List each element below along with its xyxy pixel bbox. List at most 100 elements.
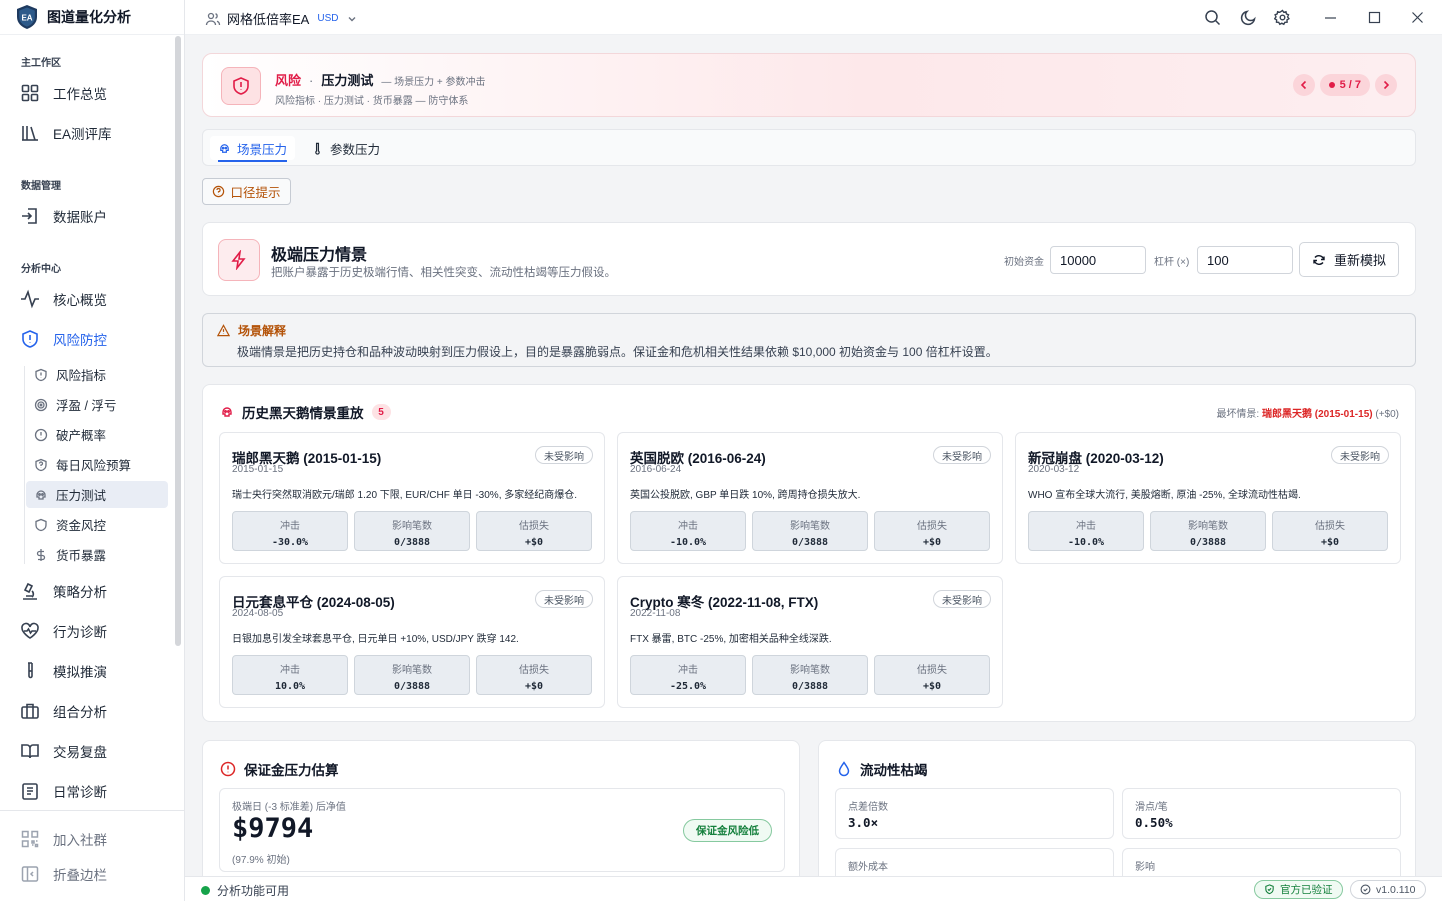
event-status-badge: 未受影响 — [933, 446, 991, 464]
event-card[interactable]: 瑞郎黑天鹅 (2015-01-15) 2015-01-15 未受影响 瑞士央行突… — [219, 432, 605, 564]
event-status-badge: 未受影响 — [1331, 446, 1389, 464]
minimize-icon[interactable] — [1322, 9, 1339, 26]
sub-item-risk-metrics[interactable]: 风险指标 — [26, 361, 168, 388]
sidebar-item-simulation[interactable]: 模拟推演 — [20, 659, 107, 683]
sidebar-item-daily[interactable]: 日常诊断 — [20, 779, 107, 803]
skull-icon — [36, 489, 46, 500]
refresh-icon — [1313, 254, 1325, 265]
worst-value: 瑞郎黑天鹅 (2015-01-15) — [1262, 409, 1373, 420]
sub-item-daily-budget[interactable]: 每日风险预算 — [26, 451, 168, 478]
sidebar-item-community[interactable]: 加入社群 — [20, 827, 107, 851]
test-tube-icon — [28, 662, 33, 679]
sidebar-scrollbar[interactable] — [175, 36, 181, 646]
event-card[interactable]: 日元套息平仓 (2024-08-05) 2024-08-05 未受影响 日银加息… — [219, 576, 605, 708]
history-count-badge: 5 — [371, 404, 391, 420]
metric-label: 冲击 — [280, 665, 300, 676]
page-count: 5 / 7 — [1339, 79, 1361, 91]
collapse-sidebar-button[interactable]: 折叠边栏 — [20, 862, 107, 886]
sub-item-fund-control[interactable]: 资金风控 — [26, 511, 168, 538]
tab-scenario-stress[interactable]: 场景压力 — [210, 136, 296, 162]
status-bar: 分析功能可用 官方已验证 v1.0.110 — [185, 876, 1442, 901]
capital-label: 初始资金 — [1004, 257, 1044, 268]
resimulate-button[interactable]: 重新模拟 — [1299, 242, 1399, 277]
margin-card: 保证金压力估算 极端日 (-3 标准差) 后净值 $9794 (97.9% 初始… — [202, 740, 800, 876]
tab-label: 场景压力 — [237, 142, 288, 157]
tab-param-stress[interactable]: 参数压力 — [303, 136, 388, 160]
shield-check-icon — [1265, 884, 1274, 895]
sidebar-item-strategy[interactable]: 策略分析 — [20, 579, 107, 603]
status-indicator: 分析功能可用 — [201, 882, 289, 899]
verified-badge[interactable]: 官方已验证 — [1254, 880, 1343, 899]
metric-label: 影响笔数 — [1188, 521, 1228, 532]
cell-label: 点差倍数 — [848, 802, 888, 813]
dot-icon — [1328, 82, 1335, 88]
event-metric-loss: 估损失 +$0 — [1272, 511, 1388, 551]
sub-item-floating-pnl[interactable]: 浮盈 / 浮亏 — [26, 391, 168, 418]
event-desc: FTX 暴雷, BTC -25%, 加密相关品种全线深跌. — [630, 634, 832, 645]
project-selector[interactable]: 网格低倍率EA USD — [205, 9, 358, 28]
history-title-text: 历史黑天鹅情景重放 — [242, 406, 364, 421]
search-icon[interactable] — [1204, 9, 1221, 26]
sub-item-label: 破产概率 — [56, 429, 107, 443]
sidebar-item-label: 模拟推演 — [53, 665, 107, 680]
version-badge[interactable]: v1.0.110 — [1350, 880, 1426, 899]
version-text: v1.0.110 — [1376, 883, 1416, 896]
event-date: 2022-11-08 — [630, 608, 681, 619]
sidebar-bottom: 加入社群 折叠边栏 — [0, 810, 185, 901]
briefcase-icon — [21, 703, 39, 719]
moon-icon[interactable] — [1240, 9, 1257, 26]
maximize-icon[interactable] — [1366, 9, 1383, 26]
close-icon[interactable] — [1409, 9, 1426, 26]
alert-circle-icon — [34, 428, 48, 441]
gear-icon[interactable] — [1274, 9, 1291, 26]
event-metric-loss: 估损失 +$0 — [476, 655, 592, 695]
section-label-analysis: 分析中心 — [21, 264, 61, 275]
event-desc: 日银加息引发全球套息平仓, 日元单日 +10%, USD/JPY 跌穿 142. — [232, 634, 519, 645]
liquidity-title-text: 流动性枯竭 — [860, 763, 928, 778]
sub-item-label: 每日风险预算 — [56, 459, 132, 473]
liquidity-cell: 点差倍数 3.0× — [835, 788, 1114, 839]
shield-logo-icon: EA — [17, 5, 37, 29]
target-icon — [34, 398, 48, 411]
resimulate-label: 重新模拟 — [1333, 253, 1386, 268]
login-icon — [22, 208, 37, 224]
scenario-card: 极端压力情景 把账户暴露于历史极端行情、相关性突变、流动性枯竭等压力假设。 初始… — [202, 222, 1416, 296]
microscope-icon — [23, 582, 37, 600]
sidebar-item-ea-library[interactable]: EA测评库 — [20, 121, 112, 145]
sub-item-ruin-prob[interactable]: 破产概率 — [26, 421, 168, 448]
sidebar-item-review[interactable]: 交易复盘 — [20, 739, 107, 763]
metric-value: +$0 — [922, 537, 942, 548]
shield-icon — [35, 368, 47, 381]
event-desc: 英国公投脱欧, GBP 单日跌 10%, 跨周持仓损失放大. — [630, 490, 861, 501]
sidebar-item-core[interactable]: 核心概览 — [20, 287, 107, 311]
event-card[interactable]: 新冠崩盘 (2020-03-12) 2020-03-12 未受影响 WHO 宣布… — [1015, 432, 1401, 564]
capital-input[interactable]: 10000 — [1050, 246, 1146, 274]
event-card[interactable]: 英国脱欧 (2016-06-24) 2016-06-24 未受影响 英国公投脱欧… — [617, 432, 1003, 564]
sub-item-currency-exposure[interactable]: 货币暴露 — [26, 541, 168, 568]
caliber-hint-button[interactable]: 口径提示 — [202, 178, 291, 205]
worst-scenario: 最坏情景: 瑞郎黑天鹅 (2015-01-15) (+$0) — [1216, 405, 1399, 420]
sidebar-item-data-account[interactable]: 数据账户 — [20, 204, 107, 228]
metric-label: 影响笔数 — [790, 521, 830, 532]
metric-value: +$0 — [1320, 537, 1340, 548]
prev-page-button[interactable] — [1292, 74, 1315, 96]
sidebar-item-overview[interactable]: 工作总览 — [20, 81, 107, 105]
header-icon-box — [221, 67, 261, 105]
sub-item-stress-test[interactable]: 压力测试 — [26, 481, 168, 508]
cell-label: 额外成本 — [848, 862, 888, 873]
event-card[interactable]: Crypto 寒冬 (2022-11-08, FTX) 2022-11-08 未… — [617, 576, 1003, 708]
leverage-input[interactable]: 100 — [1197, 246, 1293, 274]
sidebar-item-behavior[interactable]: 行为诊断 — [20, 619, 107, 643]
sidebar-item-risk[interactable]: 风险防控 — [20, 327, 107, 351]
sidebar-item-label: 策略分析 — [53, 585, 107, 600]
metric-value: +$0 — [524, 537, 544, 548]
metric-value: +$0 — [524, 681, 544, 692]
page-subtitle: — 场景压力 + 参数冲击 — [381, 77, 486, 88]
worst-label: 最坏情景: — [1216, 409, 1260, 420]
book-open-icon — [21, 744, 39, 759]
scenario-explanation: 场景解释 极端情景是把历史持仓和品种波动映射到压力假设上，目的是暴露脆弱点。保证… — [202, 313, 1416, 367]
next-page-button[interactable] — [1375, 74, 1397, 96]
app-logo[interactable]: EA 图道量化分析 — [0, 0, 184, 35]
event-metric-loss: 估损失 +$0 — [874, 655, 990, 695]
sidebar-item-portfolio[interactable]: 组合分析 — [20, 699, 107, 723]
